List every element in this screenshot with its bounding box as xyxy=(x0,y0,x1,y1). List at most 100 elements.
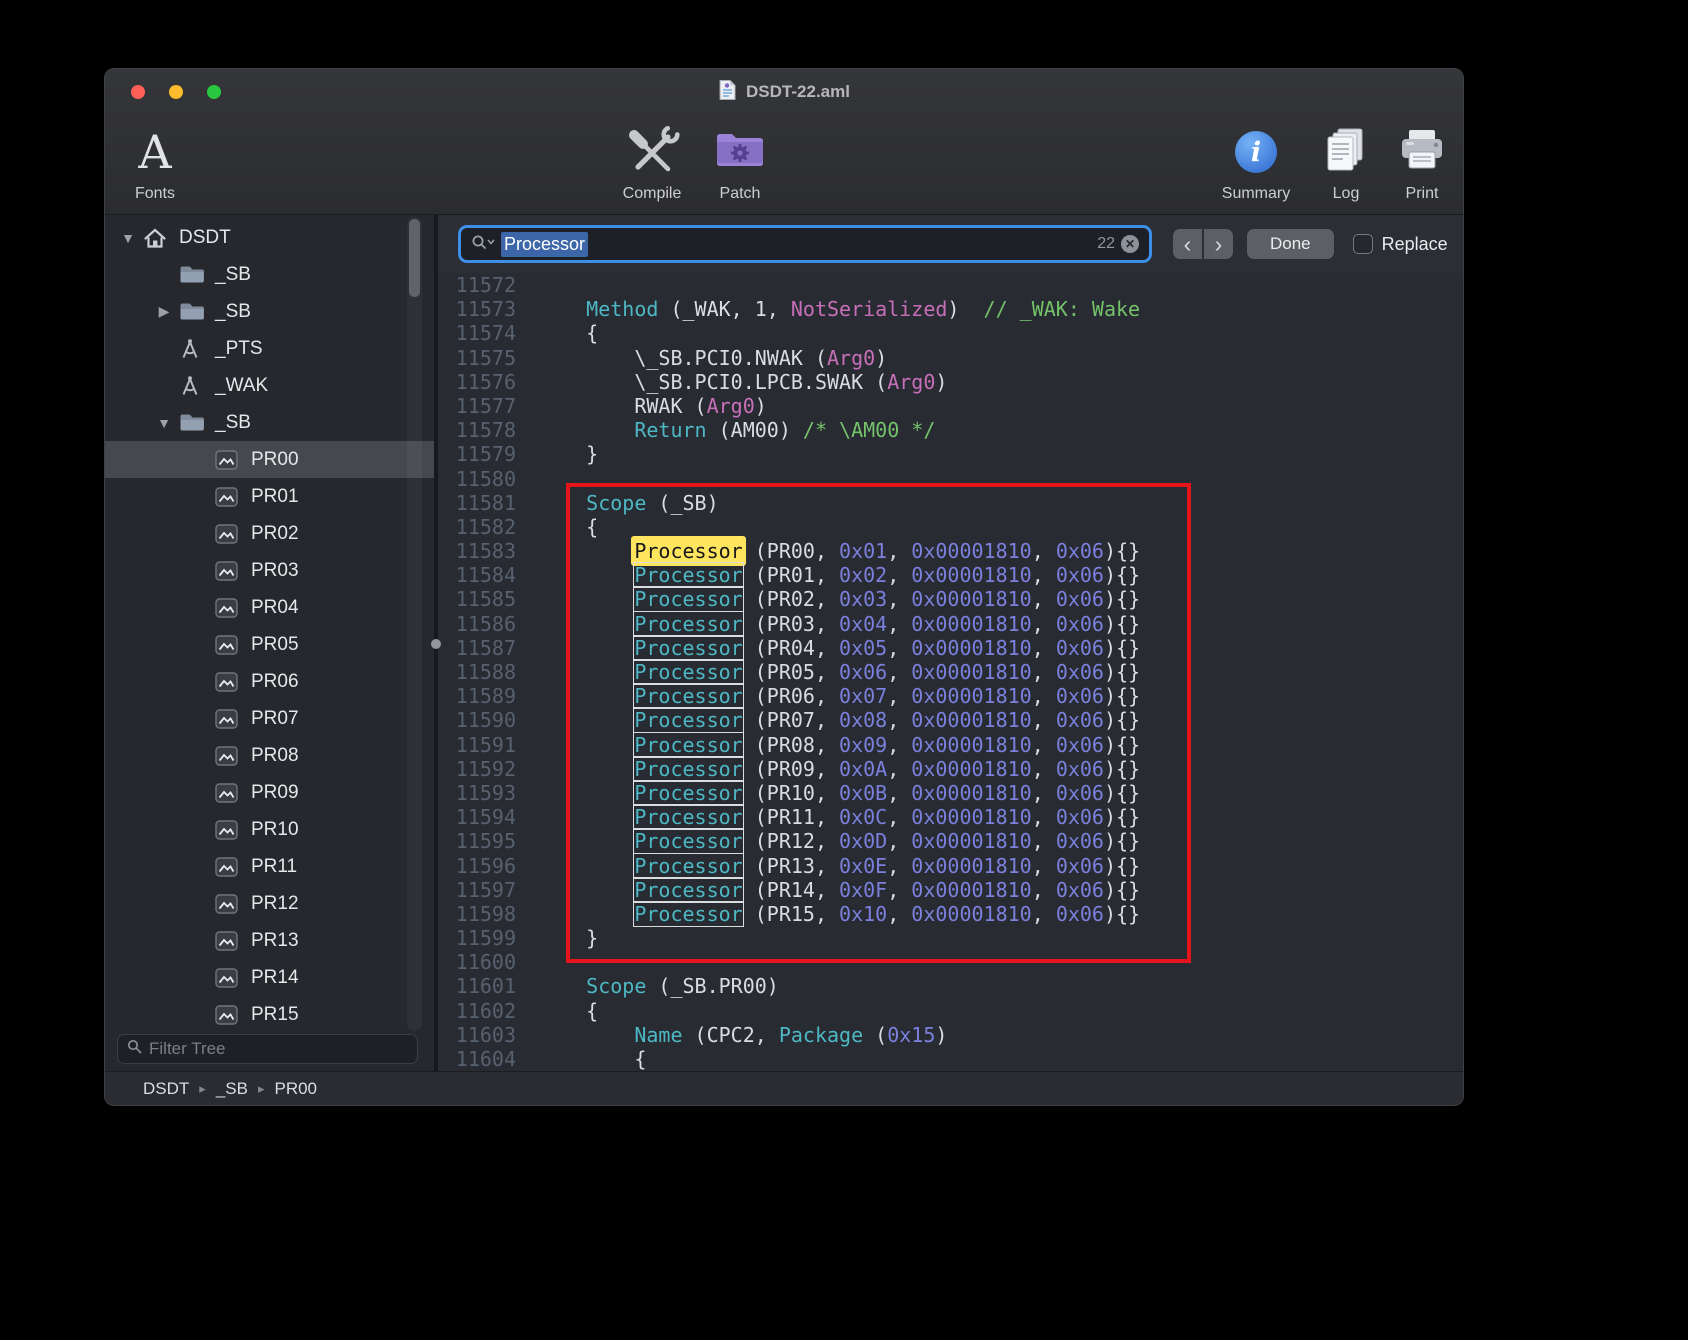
code-token: ){} xyxy=(1104,757,1140,781)
summary-button[interactable]: i Summary xyxy=(1213,120,1299,203)
code-line[interactable]: \_SB.PCI0.LPCB.SWAK (Arg0) xyxy=(538,370,1140,394)
code-line[interactable]: Processor (PR15, 0x10, 0x00001810, 0x06)… xyxy=(538,902,1140,926)
code-line[interactable]: } xyxy=(538,442,1140,466)
code-line[interactable]: Return (AM00) /* \AM00 */ xyxy=(538,418,1140,442)
filter-tree-input[interactable]: Filter Tree xyxy=(117,1034,418,1064)
disclosure-open-icon[interactable]: ▼ xyxy=(113,230,143,246)
code-token: (PR05, xyxy=(743,660,839,684)
tree-item-label: PR11 xyxy=(251,856,297,878)
tree-item-pr01[interactable]: PR01 xyxy=(105,478,434,515)
code-line[interactable]: RWAK (Arg0) xyxy=(538,394,1140,418)
code-line[interactable]: } xyxy=(538,926,1140,950)
tree-item-dsdt[interactable]: ▼DSDT xyxy=(105,219,434,256)
code-token xyxy=(538,854,634,878)
code-line[interactable]: Processor (PR09, 0x0A, 0x00001810, 0x06)… xyxy=(538,757,1140,781)
code-line[interactable]: Method (_WAK, 1, NotSerialized) // _WAK:… xyxy=(538,297,1140,321)
patch-folder-gear-icon xyxy=(715,129,765,176)
tree-item-pr04[interactable]: PR04 xyxy=(105,589,434,626)
code-editor[interactable]: 1157211573115741157511576115771157811579… xyxy=(438,273,1463,1071)
tree-item-pr10[interactable]: PR10 xyxy=(105,811,434,848)
code-line[interactable] xyxy=(538,273,1140,297)
tree-item-pr05[interactable]: PR05 xyxy=(105,626,434,663)
replace-checkbox[interactable] xyxy=(1353,234,1373,254)
tree-item-sb[interactable]: ▼_SB xyxy=(105,404,434,441)
close-window-button[interactable] xyxy=(131,85,145,99)
code-token: , xyxy=(887,660,911,684)
tree-item-pr13[interactable]: PR13 xyxy=(105,922,434,959)
print-button[interactable]: Print xyxy=(1387,120,1457,203)
code-line[interactable]: Processor (PR05, 0x06, 0x00001810, 0x06)… xyxy=(538,660,1140,684)
code-token: (PR08, xyxy=(743,733,839,757)
tree-item-sb[interactable]: _SB xyxy=(105,256,434,293)
tree-item-pr14[interactable]: PR14 xyxy=(105,959,434,996)
code-line[interactable] xyxy=(538,467,1140,491)
disclosure-closed-icon[interactable]: ▶ xyxy=(149,303,179,320)
window-titlebar[interactable]: DSDT-22.aml xyxy=(105,69,1463,115)
code-line[interactable]: Processor (PR02, 0x03, 0x00001810, 0x06)… xyxy=(538,587,1140,611)
compile-button[interactable]: Compile xyxy=(604,120,700,203)
line-number: 11584 xyxy=(438,563,516,587)
code-line[interactable]: { xyxy=(538,1047,1140,1071)
code-line[interactable]: Processor (PR03, 0x04, 0x00001810, 0x06)… xyxy=(538,612,1140,636)
tree-item-sb[interactable]: ▶_SB xyxy=(105,293,434,330)
code-line[interactable]: \_SB.PCI0.NWAK (Arg0) xyxy=(538,346,1140,370)
code-line[interactable]: { xyxy=(538,515,1140,539)
sidebar-scrollbar[interactable] xyxy=(407,217,422,1031)
tree-item-pr11[interactable]: PR11 xyxy=(105,848,434,885)
tree: ▼DSDT_SB▶_SB_PTS_WAK▼_SBPR00PR01PR02PR03… xyxy=(105,215,434,1035)
code-line[interactable] xyxy=(538,950,1140,974)
find-input[interactable]: Processor 22 ✕ xyxy=(458,225,1152,263)
disclosure-open-icon[interactable]: ▼ xyxy=(149,415,179,431)
line-number: 11588 xyxy=(438,660,516,684)
code-line[interactable]: Scope (_SB.PR00) xyxy=(538,974,1140,998)
tree-item-pr15[interactable]: PR15 xyxy=(105,996,434,1033)
sidebar-scrollbar-thumb[interactable] xyxy=(409,219,420,297)
code-token: ){} xyxy=(1104,563,1140,587)
code-line[interactable]: Processor (PR14, 0x0F, 0x00001810, 0x06)… xyxy=(538,878,1140,902)
code-token: 0x06 xyxy=(1056,636,1104,660)
tree-item-pr02[interactable]: PR02 xyxy=(105,515,434,552)
tree-item-pts[interactable]: _PTS xyxy=(105,330,434,367)
pane-splitter-handle[interactable] xyxy=(431,639,441,649)
tree-item-pr06[interactable]: PR06 xyxy=(105,663,434,700)
code-line[interactable]: Processor (PR13, 0x0E, 0x00001810, 0x06)… xyxy=(538,854,1140,878)
breadcrumb-item-dsdt[interactable]: DSDT xyxy=(143,1079,189,1099)
clear-search-icon[interactable]: ✕ xyxy=(1121,235,1139,253)
patch-button[interactable]: Patch xyxy=(703,120,777,203)
code-line[interactable]: Processor (PR11, 0x0C, 0x00001810, 0x06)… xyxy=(538,805,1140,829)
code-line[interactable]: { xyxy=(538,321,1140,345)
tree-item-pr03[interactable]: PR03 xyxy=(105,552,434,589)
code-line[interactable]: Processor (PR12, 0x0D, 0x00001810, 0x06)… xyxy=(538,829,1140,853)
tree-item-pr08[interactable]: PR08 xyxy=(105,737,434,774)
processor-icon xyxy=(215,783,251,803)
breadcrumb-item-pr00[interactable]: PR00 xyxy=(274,1079,317,1099)
done-button[interactable]: Done xyxy=(1247,229,1334,259)
code-line[interactable]: Processor (PR00, 0x01, 0x00001810, 0x06)… xyxy=(538,539,1140,563)
breadcrumb-item-sb[interactable]: _SB xyxy=(216,1079,248,1099)
code-line[interactable]: Name (CPC2, Package (0x15) xyxy=(538,1023,1140,1047)
code-token: Arg0 xyxy=(887,370,935,394)
previous-match-button[interactable]: ‹ xyxy=(1173,229,1202,259)
tree-item-pr07[interactable]: PR07 xyxy=(105,700,434,737)
code-line[interactable]: Processor (PR08, 0x09, 0x00001810, 0x06)… xyxy=(538,733,1140,757)
zoom-window-button[interactable] xyxy=(207,85,221,99)
code-line[interactable]: Processor (PR07, 0x08, 0x00001810, 0x06)… xyxy=(538,708,1140,732)
code-line[interactable]: Processor (PR10, 0x0B, 0x00001810, 0x06)… xyxy=(538,781,1140,805)
tree-item-pr00[interactable]: PR00 xyxy=(105,441,434,478)
code-line[interactable]: { xyxy=(538,999,1140,1023)
code-token: } xyxy=(538,442,598,466)
tree-item-label: PR06 xyxy=(251,671,299,693)
code-token: 0x00001810 xyxy=(911,612,1031,636)
minimize-window-button[interactable] xyxy=(169,85,183,99)
search-menu-icon[interactable] xyxy=(471,234,495,255)
log-button[interactable]: Log xyxy=(1313,120,1379,203)
tree-item-pr09[interactable]: PR09 xyxy=(105,774,434,811)
fonts-button[interactable]: A Fonts xyxy=(123,120,187,203)
code-line[interactable]: Scope (_SB) xyxy=(538,491,1140,515)
code-line[interactable]: Processor (PR06, 0x07, 0x00001810, 0x06)… xyxy=(538,684,1140,708)
code-line[interactable]: Processor (PR04, 0x05, 0x00001810, 0x06)… xyxy=(538,636,1140,660)
tree-item-pr12[interactable]: PR12 xyxy=(105,885,434,922)
tree-item-wak[interactable]: _WAK xyxy=(105,367,434,404)
next-match-button[interactable]: › xyxy=(1204,229,1233,259)
code-line[interactable]: Processor (PR01, 0x02, 0x00001810, 0x06)… xyxy=(538,563,1140,587)
